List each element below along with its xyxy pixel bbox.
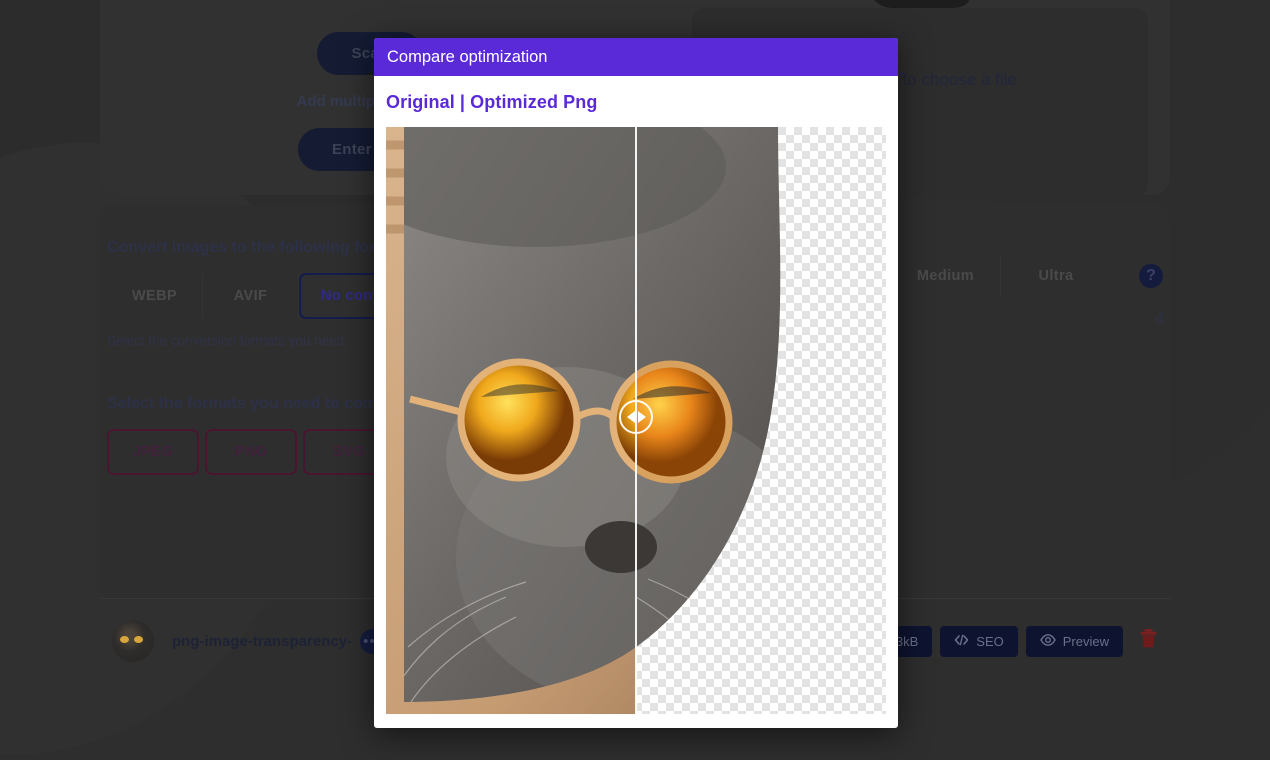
app-root: Scan Add multiple images Enter URL or br… xyxy=(0,0,1270,760)
preview-button[interactable]: Preview xyxy=(1026,626,1123,657)
chevron-left-icon xyxy=(627,411,635,423)
modal-header: Compare optimization xyxy=(374,38,898,76)
image-compare-slider[interactable] xyxy=(386,127,886,714)
original-cat-image xyxy=(386,127,636,714)
cloud-upload-icon xyxy=(868,0,972,17)
compare-caption: Original | Optimized Png xyxy=(386,92,886,113)
modal-title: Compare optimization xyxy=(387,48,548,67)
compress-option-jpeg[interactable]: JPEG xyxy=(107,429,199,475)
preview-label: Preview xyxy=(1063,634,1109,649)
cat-thumbnail-avatar xyxy=(112,620,154,662)
convert-option-avif[interactable]: AVIF xyxy=(203,273,299,319)
seo-label: SEO xyxy=(976,634,1003,649)
chevron-right-icon xyxy=(638,411,646,423)
quality-option-medium[interactable]: Medium xyxy=(891,255,1001,297)
convert-option-webp[interactable]: WEBP xyxy=(107,273,203,319)
seo-button[interactable]: SEO xyxy=(940,626,1017,657)
compare-optimization-modal: Compare optimization Original | Optimize… xyxy=(374,38,898,728)
eye-icon xyxy=(1040,634,1056,649)
question-mark-icon[interactable]: ? xyxy=(1139,264,1163,288)
compare-slider-handle[interactable] xyxy=(619,400,653,434)
modal-body: Original | Optimized Png xyxy=(374,76,898,728)
compress-option-png[interactable]: PNG xyxy=(205,429,297,475)
original-image-pane xyxy=(386,127,636,714)
code-icon xyxy=(954,634,969,649)
quality-option-ultra[interactable]: Ultra xyxy=(1001,255,1111,297)
trash-icon[interactable] xyxy=(1139,628,1158,654)
file-name-label: png-image-transparency- xyxy=(172,633,352,650)
